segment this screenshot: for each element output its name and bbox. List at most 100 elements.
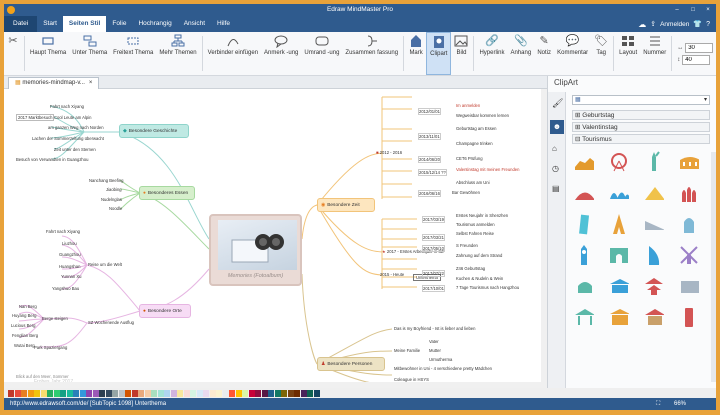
places-park-walk[interactable]: Park Spaziergang <box>34 345 67 350</box>
history-item[interactable]: Lachen der Sommerzeltung überwacht <box>32 136 104 141</box>
color-swatch[interactable] <box>190 389 196 397</box>
places-city[interactable]: Huangshan <box>59 264 80 269</box>
people-family[interactable]: Mutter <box>429 348 441 353</box>
spacing-v-input[interactable] <box>682 54 711 65</box>
color-swatch[interactable] <box>164 389 170 397</box>
color-swatch[interactable] <box>170 389 177 397</box>
topic-history[interactable]: ◆ Besondere Geschichte <box>119 124 189 138</box>
note-button[interactable]: ✎ Notiz <box>534 32 554 75</box>
time-2012-label[interactable]: CET6 Prüfung <box>456 156 483 161</box>
color-swatch[interactable] <box>307 389 313 397</box>
clock-tab-icon[interactable]: ◷ <box>552 164 559 173</box>
color-swatch[interactable] <box>274 389 281 397</box>
help-icon[interactable]: ? <box>706 21 710 28</box>
colosseum-icon[interactable] <box>679 152 699 172</box>
time-2017-date[interactable]: 2017/10/01 <box>422 285 445 292</box>
time-2017-date[interactable]: 2017/05/10 <box>422 245 445 252</box>
color-swatch[interactable] <box>183 389 190 397</box>
places-mountain[interactable]: Wutai Berg <box>14 343 35 348</box>
color-swatch[interactable] <box>79 389 86 397</box>
places-city[interactable]: Yunnan Xu <box>61 274 82 279</box>
color-swatch[interactable] <box>151 389 157 397</box>
eiffel-tower-icon[interactable] <box>609 214 629 234</box>
menu-file[interactable]: Datei <box>4 16 38 32</box>
color-swatch[interactable] <box>40 389 47 397</box>
color-swatch[interactable] <box>118 389 125 397</box>
color-swatch[interactable] <box>131 389 138 397</box>
image-button[interactable]: Bild <box>451 32 471 75</box>
places-mountain[interactable]: Nan Berg <box>19 304 37 309</box>
central-topic[interactable]: Memories (Fotoalbum) <box>209 214 302 286</box>
close-icon[interactable]: × <box>701 4 715 16</box>
time-2017-label[interactable]: S Freunden <box>456 243 478 248</box>
history-item[interactable]: Besuch von Verwandten in Guangzhou <box>16 157 88 162</box>
time-2012-date[interactable]: 2014/06/20 <box>418 156 441 163</box>
color-palette[interactable] <box>4 388 716 398</box>
kremlin-icon[interactable] <box>679 183 699 203</box>
menu-advanced[interactable]: Hochrangig <box>132 16 177 32</box>
login-link[interactable]: Anmelden <box>660 21 689 28</box>
time-2012-date[interactable]: 2016/06/16 <box>418 190 441 197</box>
history-tag[interactable]: 2017 Marktbesuch <box>16 114 55 121</box>
time-2012-label[interactable]: Valentinstag mit meinen Freunden <box>456 167 519 172</box>
carnival-tent-icon[interactable] <box>574 183 594 203</box>
sydney-opera-icon[interactable] <box>609 183 629 203</box>
history-item[interactable]: Fahrt nach Xiyang <box>50 104 84 109</box>
color-swatch[interactable] <box>34 389 40 397</box>
history-item[interactable]: Zeit unter den Sternen <box>54 147 96 152</box>
color-swatch[interactable] <box>216 389 222 397</box>
color-swatch[interactable] <box>8 389 14 397</box>
palace-icon[interactable] <box>679 276 699 296</box>
subtopic-button[interactable]: Unter Thema <box>69 32 110 75</box>
color-swatch[interactable] <box>281 389 287 397</box>
document-tab[interactable]: ▦ memories-mindmap-v... × <box>8 77 100 89</box>
time-2017-label[interactable]: Zahnung auf dem Strand <box>456 253 502 258</box>
time-2017-label[interactable]: 7 Tage Tourismus nach Hangzhou <box>456 285 519 290</box>
time-2017-label[interactable]: Kuchen & Nudeln & Wein <box>456 276 503 281</box>
color-swatch[interactable] <box>313 389 320 397</box>
color-swatch[interactable] <box>248 389 255 397</box>
color-swatch[interactable] <box>53 389 60 397</box>
color-swatch[interactable] <box>242 389 248 397</box>
clipart-tab-icon[interactable]: ☻ <box>550 120 564 134</box>
color-swatch[interactable] <box>255 389 261 397</box>
maximize-icon[interactable]: □ <box>686 4 700 16</box>
arc-de-triomphe-icon[interactable] <box>609 245 629 265</box>
food-item[interactable]: Noodle <box>109 206 122 211</box>
topic-places[interactable]: ● Besondere Orte <box>139 304 191 318</box>
color-swatch[interactable] <box>287 389 294 397</box>
home-icon[interactable]: ⌂ <box>552 144 557 153</box>
merlion-icon[interactable] <box>679 214 699 234</box>
color-swatch[interactable] <box>229 389 235 397</box>
color-swatch[interactable] <box>196 389 203 397</box>
bridge-icon[interactable] <box>644 214 664 234</box>
places-city[interactable]: Yangshuo Bau <box>52 286 79 291</box>
color-swatch[interactable] <box>21 389 27 397</box>
places-city[interactable]: Liuzhou <box>62 241 77 246</box>
comment-button[interactable]: 💬 Kommentar <box>554 32 591 75</box>
time-2012-label[interactable]: Bar Gewöhnen <box>452 190 480 195</box>
statue-of-liberty-icon[interactable] <box>644 151 664 172</box>
callout-button[interactable]: Anmerk -ung <box>261 32 301 75</box>
floating-topic-button[interactable]: Freitext Thema <box>110 32 156 75</box>
food-item[interactable]: Nudelnglas <box>101 197 122 202</box>
time-2017-label[interactable]: Tourismus anmelden <box>456 222 495 227</box>
food-item[interactable]: Jiaobing <box>106 187 122 192</box>
topic-food[interactable]: ● Besonderes Essen <box>139 186 195 200</box>
time-2017-date[interactable]: 2017/03/19 <box>422 216 445 223</box>
layout-button[interactable]: Layout <box>616 32 640 75</box>
sail-tower-icon[interactable] <box>644 245 664 265</box>
menu-view[interactable]: Ansicht <box>178 16 211 32</box>
topic-time[interactable]: ◉ Besondere Zeit <box>317 198 375 212</box>
cloud-icon[interactable]: ☁ <box>638 20 646 29</box>
mark-button[interactable]: Mark <box>406 32 426 75</box>
spacing-h-input[interactable] <box>685 42 714 53</box>
attachment-button[interactable]: 📎 Anhang <box>507 32 534 75</box>
places-mountain[interactable]: Fenglian Berg <box>12 333 38 338</box>
shrine-icon[interactable] <box>644 307 664 327</box>
clipart-search[interactable]: ▦ ▾ <box>572 95 710 105</box>
windmill-icon[interactable] <box>679 245 699 265</box>
tag-button[interactable]: 🏷 Tag <box>591 32 611 75</box>
mindmap-canvas[interactable]: Memories (Fotoalbum) ◆ Besondere Geschich… <box>4 89 547 388</box>
pagoda-icon[interactable] <box>644 276 664 296</box>
